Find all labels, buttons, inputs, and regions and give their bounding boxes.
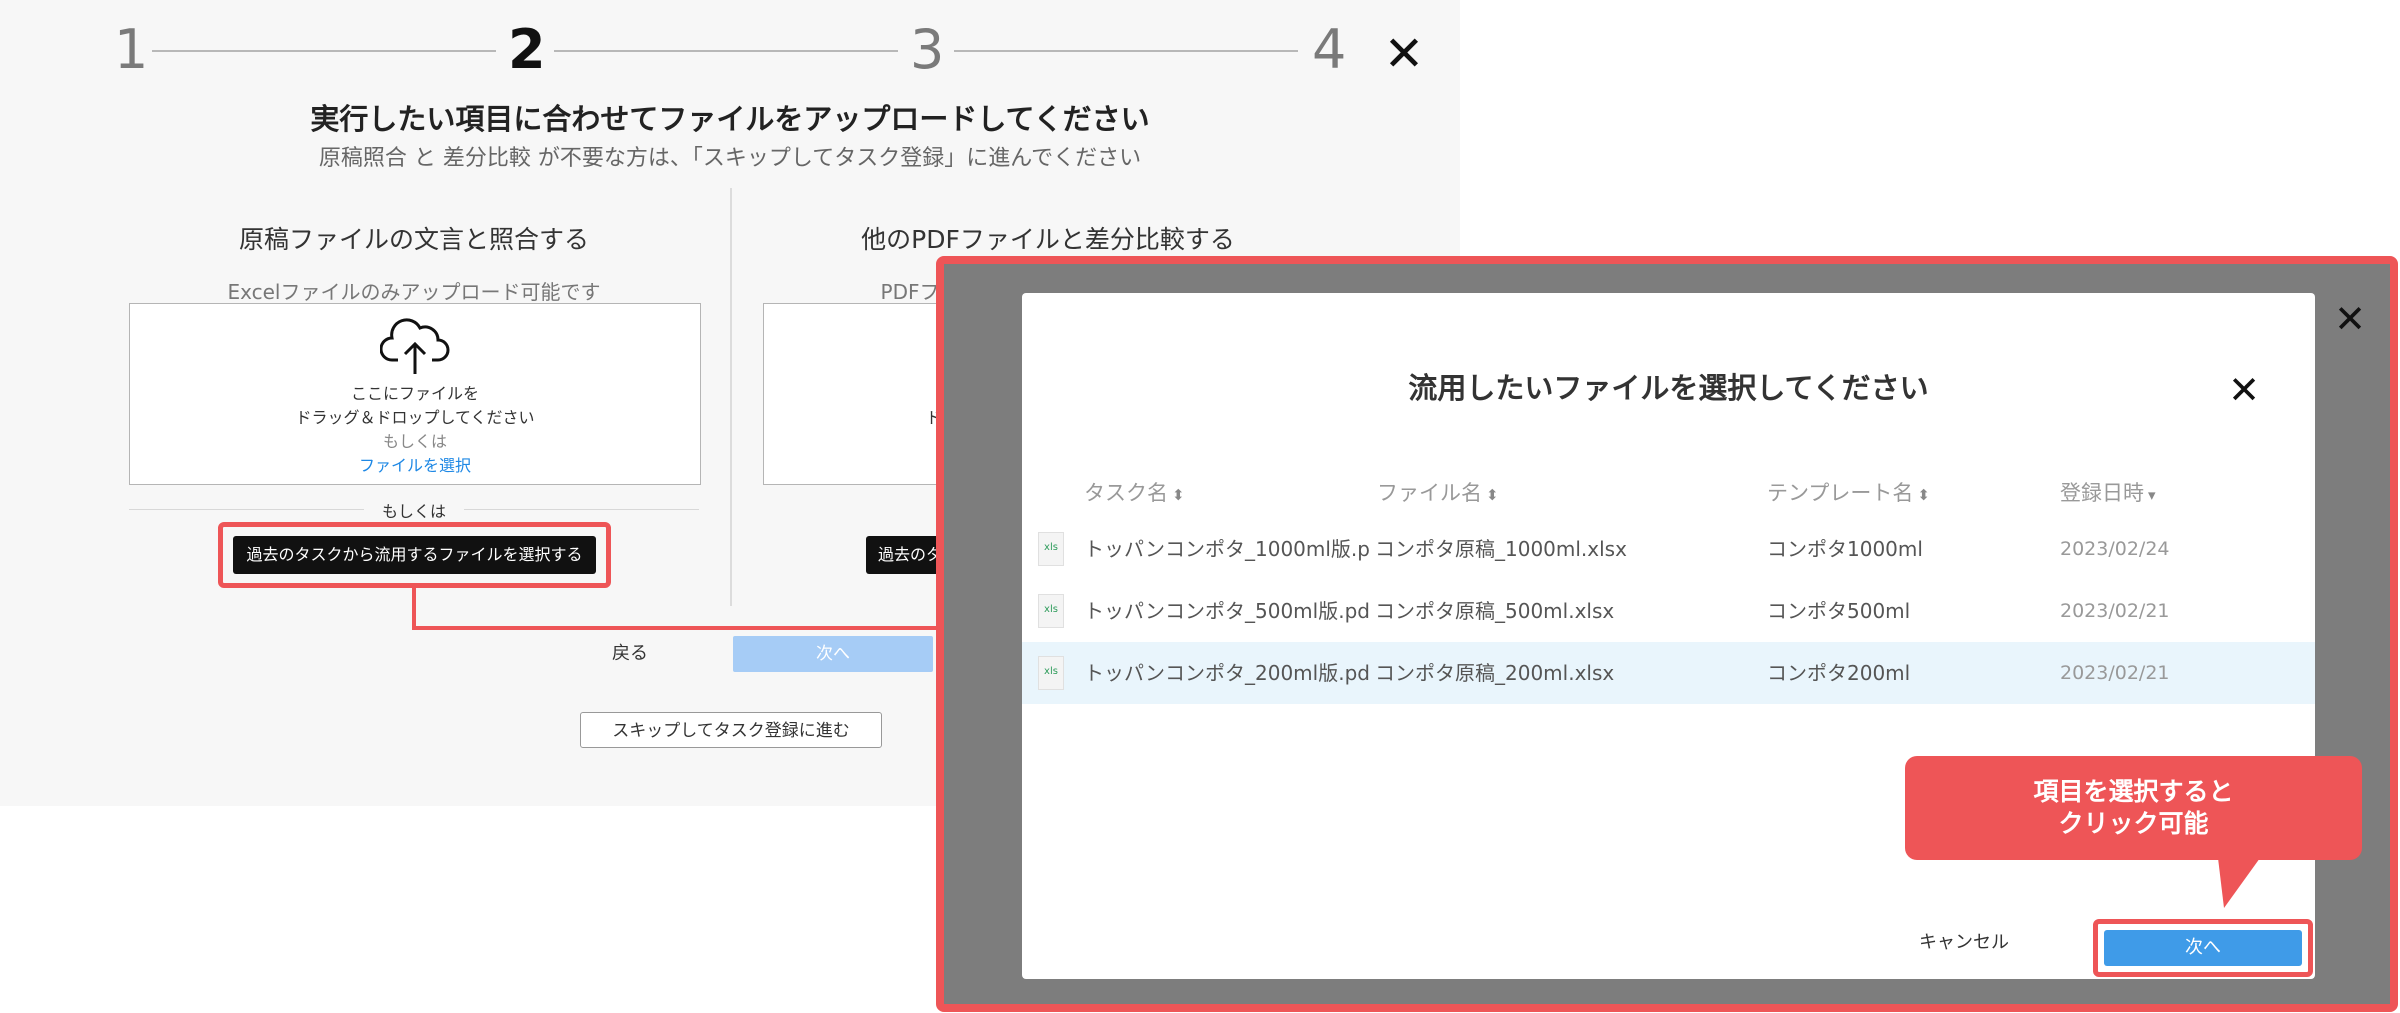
column-header-task[interactable]: タスク名 ⬍ bbox=[1084, 477, 1185, 507]
file-icon-label: xls bbox=[1044, 666, 1058, 677]
file-name-cell: コンポタ原稿_500ml.xlsx bbox=[1375, 599, 1615, 623]
file-icon-label: xls bbox=[1044, 604, 1058, 615]
date-cell: 2023/02/21 bbox=[2060, 662, 2170, 684]
highlight-frame bbox=[218, 522, 611, 588]
date-cell: 2023/02/21 bbox=[2060, 600, 2170, 622]
connector-line bbox=[412, 626, 942, 630]
sort-icon: ⬍ bbox=[1917, 486, 1930, 504]
drop-hint-line1: ここにファイルを bbox=[350, 384, 479, 403]
wizard-title: 実行したい項目に合わせてファイルをアップロードしてください bbox=[310, 102, 1150, 136]
file-drop-zone[interactable]: ここにファイルを ドラッグ＆ドロップしてください もしくは ファイルを選択 bbox=[129, 303, 701, 485]
column-header-date[interactable]: 登録日時 ▾ bbox=[2060, 477, 2156, 507]
step-2-active: 2 bbox=[508, 18, 546, 81]
callout-line1: 項目を選択すると bbox=[2033, 777, 2234, 806]
step-connector bbox=[554, 50, 898, 52]
sort-icon: ⬍ bbox=[1486, 486, 1499, 504]
step-connector bbox=[152, 50, 496, 52]
excel-file-icon: xls bbox=[1038, 594, 1064, 628]
file-select-modal: 流用したいファイルを選択してください ✕ タスク名 ⬍ ファイル名 ⬍ テンプレート… bbox=[1022, 293, 2315, 979]
close-icon[interactable]: ✕ bbox=[2222, 371, 2266, 415]
task-name-cell: トッパンコンポタ_200ml版.pdf bbox=[1084, 661, 1369, 685]
manuscript-compare-heading: 原稿ファイルの文言と照合する bbox=[238, 225, 589, 254]
next-button-disabled: 次へ bbox=[733, 636, 933, 672]
pdf-drop-zone[interactable]: ド bbox=[763, 303, 965, 485]
connector-line bbox=[412, 586, 416, 630]
column-header-label: タスク名 bbox=[1084, 481, 1168, 505]
cancel-button[interactable]: キャンセル bbox=[1909, 925, 2019, 961]
close-icon[interactable]: ✕ bbox=[2330, 300, 2370, 340]
cloud-upload-icon bbox=[380, 318, 450, 374]
task-name-cell: トッパンコンポタ_1000ml版.p... bbox=[1084, 537, 1369, 561]
file-name-cell: コンポタ原稿_200ml.xlsx bbox=[1375, 661, 1615, 685]
pdf-diff-heading: 他のPDFファイルと差分比較する bbox=[861, 225, 1235, 254]
callout-line2: クリック可能 bbox=[2058, 809, 2209, 838]
step-1: 1 bbox=[114, 18, 149, 81]
table-row-selected[interactable]: xls トッパンコンポタ_200ml版.pdf コンポタ原稿_200ml.xls… bbox=[1022, 642, 2315, 704]
step-3: 3 bbox=[910, 18, 945, 81]
drop-hint-line2: ドラッグ＆ドロップしてください bbox=[295, 408, 535, 427]
file-name-cell: コンポタ原稿_1000ml.xlsx bbox=[1375, 537, 1627, 561]
column-divider bbox=[730, 188, 732, 606]
excel-file-icon: xls bbox=[1038, 656, 1064, 690]
excel-file-icon: xls bbox=[1038, 532, 1064, 566]
select-file-link[interactable]: ファイルを選択 bbox=[130, 452, 700, 476]
file-icon-label: xls bbox=[1044, 542, 1058, 553]
column-header-file[interactable]: ファイル名 ⬍ bbox=[1377, 477, 1499, 507]
excel-only-note: Excelファイルのみアップロード可能です bbox=[227, 280, 601, 304]
template-name-cell: コンポタ500ml bbox=[1767, 599, 1911, 623]
template-name-cell: コンポタ1000ml bbox=[1767, 537, 1923, 561]
sort-icon: ⬍ bbox=[1172, 486, 1185, 504]
table-row[interactable]: xls トッパンコンポタ_1000ml版.p... コンポタ原稿_1000ml.… bbox=[1022, 518, 2315, 580]
callout-tail bbox=[2218, 858, 2260, 908]
sort-desc-icon: ▾ bbox=[2148, 486, 2156, 504]
column-header-label: テンプレート名 bbox=[1767, 481, 1914, 505]
column-header-label: 登録日時 bbox=[2060, 481, 2144, 505]
callout-bubble: 項目を選択すると クリック可能 bbox=[1905, 756, 2362, 860]
wizard-subtitle: 原稿照合 と 差分比較 が不要な方は、「スキップしてタスク登録」に進んでください bbox=[318, 146, 1142, 171]
date-cell: 2023/02/24 bbox=[2060, 538, 2170, 560]
template-name-cell: コンポタ200ml bbox=[1767, 661, 1911, 685]
task-name-cell: トッパンコンポタ_500ml版.pdf bbox=[1084, 599, 1369, 623]
column-header-label: ファイル名 bbox=[1377, 481, 1482, 505]
drop-or-text: もしくは bbox=[382, 432, 447, 451]
select-past-pdf-button[interactable]: 過去のタ bbox=[866, 536, 946, 574]
close-icon[interactable]: ✕ bbox=[1380, 30, 1428, 78]
table-row[interactable]: xls トッパンコンポタ_500ml版.pdf コンポタ原稿_500ml.xls… bbox=[1022, 580, 2315, 642]
step-4: 4 bbox=[1312, 18, 1347, 81]
step-connector bbox=[954, 50, 1298, 52]
modal-title: 流用したいファイルを選択してください bbox=[1408, 371, 1929, 405]
skip-to-task-registration-button[interactable]: スキップしてタスク登録に進む bbox=[580, 712, 882, 748]
column-header-template[interactable]: テンプレート名 ⬍ bbox=[1767, 477, 1930, 507]
back-button[interactable]: 戻る bbox=[560, 636, 700, 672]
highlight-frame bbox=[2093, 919, 2313, 977]
or-text: もしくは bbox=[364, 498, 464, 522]
